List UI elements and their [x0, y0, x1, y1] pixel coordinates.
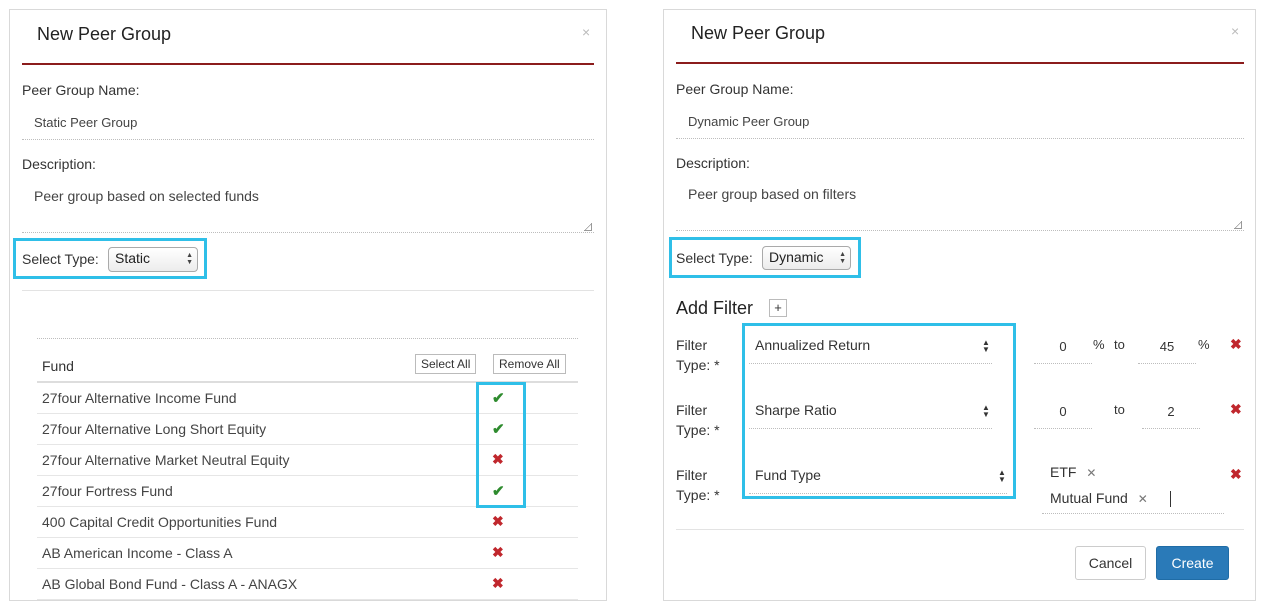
updown-arrows-icon: ▲ ▼	[839, 251, 846, 265]
cross-icon[interactable]: ✖	[492, 575, 504, 592]
name-input-underline	[676, 138, 1244, 139]
remove-filter-icon[interactable]: ✖	[1230, 401, 1242, 418]
peer-group-name-label: Peer Group Name:	[676, 81, 794, 97]
table-row: 400 Capital Credit Opportunities Fund ✖	[37, 507, 578, 538]
fund-name: 27four Alternative Market Neutral Equity	[42, 452, 290, 468]
fund-name: 27four Alternative Long Short Equity	[42, 421, 267, 437]
remove-tag-icon[interactable]: ✕	[1086, 466, 1096, 480]
description-textarea[interactable]: Peer group based on filters	[688, 186, 856, 202]
select-all-button[interactable]: Select All	[415, 354, 477, 374]
filter-to-input-1[interactable]: 45	[1138, 339, 1196, 354]
description-underline	[676, 230, 1244, 231]
to-label: to	[1114, 337, 1125, 352]
cross-icon[interactable]: ✖	[492, 513, 504, 530]
fund-name: 27four Fortress Fund	[42, 483, 173, 499]
select-type-label: Select Type:	[676, 250, 753, 266]
peer-group-name-input[interactable]: Static Peer Group	[34, 115, 137, 130]
filter-label-line: Type: *	[676, 357, 720, 373]
filter-label-line: Filter	[676, 402, 708, 418]
remove-filter-icon[interactable]: ✖	[1230, 466, 1242, 483]
filter-type-select-2[interactable]: Sharpe Ratio	[755, 402, 837, 418]
filter-select-underline	[749, 363, 992, 364]
tag-etf: ETF ✕	[1050, 464, 1096, 480]
fund-name: 27four Alternative Income Fund	[42, 390, 237, 406]
percent-unit: %	[1093, 337, 1105, 352]
filter-label-line: Type: *	[676, 487, 720, 503]
resize-handle-icon[interactable]	[1234, 221, 1242, 229]
fund-name: AB Global Bond Fund - Class A - ANAGX	[42, 576, 298, 592]
to-label: to	[1114, 402, 1125, 417]
status-highlight	[476, 382, 526, 508]
table-row: AB Global Bond Fund - Class A - ANAGX ✖	[37, 569, 578, 600]
updown-arrows-icon: ▲ ▼	[186, 252, 193, 266]
resize-handle-icon[interactable]	[584, 223, 592, 231]
from-underline	[1034, 363, 1092, 364]
add-filter-heading: Add Filter	[676, 298, 754, 318]
description-label: Description:	[22, 156, 96, 172]
to-underline	[1138, 363, 1196, 364]
filter-to-input-2[interactable]: 2	[1142, 404, 1200, 419]
filter-select-underline	[749, 493, 1007, 494]
close-icon[interactable]: ×	[582, 24, 590, 40]
remove-all-button[interactable]: Remove All	[493, 354, 566, 374]
filter-from-input-1[interactable]: 0	[1034, 339, 1092, 354]
filter-type-label-3: Filter Type: *	[676, 465, 720, 505]
dialog-title: New Peer Group	[37, 24, 172, 44]
updown-arrows-icon: ▲ ▼	[982, 338, 990, 354]
description-label: Description:	[676, 155, 750, 171]
fund-name: AB American Income - Class A	[42, 545, 233, 561]
from-underline	[1034, 428, 1092, 429]
cross-icon[interactable]: ✖	[492, 544, 504, 561]
name-input-underline	[22, 139, 594, 140]
remove-tag-icon[interactable]: ✕	[1138, 492, 1148, 506]
static-peer-group-dialog: New Peer Group × Peer Group Name: Static…	[9, 9, 607, 601]
filter-select-underline	[749, 428, 992, 429]
dialog-title: New Peer Group	[691, 23, 826, 43]
to-underline	[1142, 428, 1200, 429]
select-type-label: Select Type:	[22, 251, 99, 267]
percent-unit: %	[1198, 337, 1210, 352]
fund-column-header: Fund	[42, 358, 74, 374]
table-top-border	[37, 338, 578, 339]
select-type-dropdown[interactable]: Static ▲ ▼	[108, 247, 198, 272]
filter-label-line: Filter	[676, 337, 708, 353]
filter-label-line: Filter	[676, 467, 708, 483]
text-cursor	[1170, 491, 1171, 507]
filter-from-input-2[interactable]: 0	[1034, 404, 1092, 419]
filter-type-select-3[interactable]: Fund Type	[755, 467, 821, 483]
peer-group-name-input[interactable]: Dynamic Peer Group	[688, 114, 809, 129]
tag-label: Mutual Fund	[1050, 490, 1128, 506]
fund-name: 400 Capital Credit Opportunities Fund	[42, 514, 278, 530]
tag-mutual-fund: Mutual Fund ✕	[1050, 490, 1148, 506]
add-filter-button[interactable]: +	[769, 299, 787, 317]
footer-divider	[676, 529, 1244, 530]
table-row: AB American Income - Class A ✖	[37, 538, 578, 569]
row-divider	[37, 599, 578, 600]
tag-label: ETF	[1050, 464, 1077, 480]
section-divider	[22, 290, 594, 291]
dynamic-peer-group-dialog: New Peer Group × Peer Group Name: Dynami…	[663, 9, 1256, 601]
filter-type-select-1[interactable]: Annualized Return	[755, 337, 870, 353]
select-type-value: Static	[115, 250, 151, 266]
filter-type-label-1: Filter Type: *	[676, 335, 720, 375]
updown-arrows-icon: ▲ ▼	[982, 403, 990, 419]
filter-type-label-2: Filter Type: *	[676, 400, 720, 440]
updown-arrows-icon: ▲ ▼	[998, 468, 1006, 484]
close-icon[interactable]: ×	[1231, 23, 1239, 39]
title-divider	[22, 63, 594, 65]
cancel-button[interactable]: Cancel	[1075, 546, 1146, 580]
select-type-value: Dynamic	[769, 249, 824, 265]
title-divider	[676, 62, 1244, 64]
select-type-dropdown[interactable]: Dynamic ▲ ▼	[762, 246, 851, 270]
tags-input-underline[interactable]	[1042, 513, 1224, 514]
description-textarea[interactable]: Peer group based on selected funds	[34, 188, 259, 204]
filter-label-line: Type: *	[676, 422, 720, 438]
peer-group-name-label: Peer Group Name:	[22, 82, 140, 98]
description-underline	[22, 232, 594, 233]
create-button[interactable]: Create	[1156, 546, 1229, 580]
remove-filter-icon[interactable]: ✖	[1230, 336, 1242, 353]
